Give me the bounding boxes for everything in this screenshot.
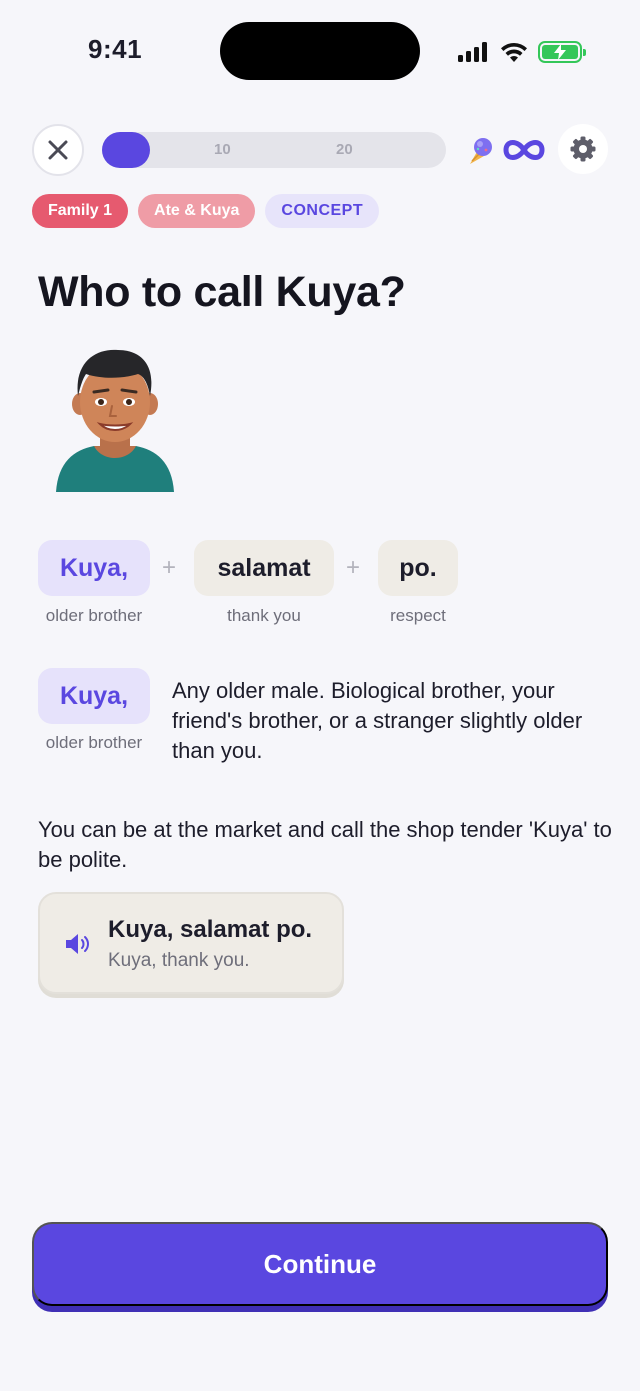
word-gloss-salamat: thank you [227,606,301,625]
definition-gloss: older brother [45,733,143,752]
kuya-avatar [56,349,174,492]
dynamic-island [220,22,420,80]
word-gloss-po: respect [390,606,446,625]
lesson-progress-bar: 10 20 [102,132,446,168]
plus-sign: + [346,554,361,581]
word-chip-salamat: salamat [194,540,334,596]
speaker-icon [66,934,89,954]
infinite-hearts-icon [503,140,545,160]
audio-example-card[interactable]: Kuya, salamat po. Kuya, thank you. [38,892,344,994]
plus-sign: + [162,554,177,581]
progress-fill [102,132,151,168]
close-button[interactable] [32,124,84,176]
gear-icon [570,136,596,162]
tag-family-1: Family 1 [32,194,129,228]
close-icon [48,140,68,160]
status-icons [458,38,586,66]
battery-charging-icon [538,41,586,63]
tag-ate-kuya: Ate & Kuya [138,194,256,228]
word-gloss-kuya: older brother [45,606,143,625]
settings-button[interactable] [558,124,608,174]
wifi-icon [501,42,527,62]
definition-text: Any older male. Biological brother, your… [172,678,583,763]
ice-cream-icon [470,138,492,164]
lesson-tags: Family 1 Ate & Kuya CONCEPT [32,194,380,228]
page-title: Who to call Kuya? [38,268,406,316]
progress-tick-20: 20 [336,141,353,158]
audio-example-translation: Kuya, thank you. [108,950,250,971]
example-explanation: You can be at the market and call the sh… [38,817,612,872]
word-chip-kuya: Kuya, [38,540,150,596]
word-chip-po: po. [378,540,458,596]
tag-concept: CONCEPT [265,194,380,228]
progress-tick-10: 10 [214,141,231,158]
audio-example-phrase: Kuya, salamat po. [108,916,313,943]
continue-button[interactable]: Continue [32,1222,608,1306]
status-time: 9:41 [88,34,143,64]
cellular-signal-icon [458,42,487,62]
definition-word-chip: Kuya, [38,668,150,724]
